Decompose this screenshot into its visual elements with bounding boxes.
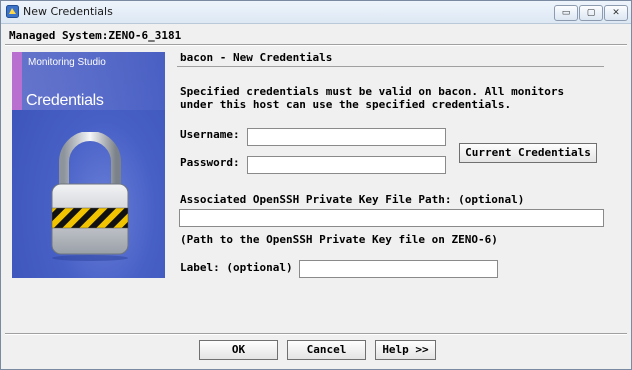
header-divider xyxy=(5,44,627,46)
current-credentials-button[interactable]: Current Credentials xyxy=(459,143,597,163)
footer-divider xyxy=(5,333,627,335)
form-description: Specified credentials must be valid on b… xyxy=(180,85,565,111)
key-path-hint: (Path to the OpenSSH Private Key file on… xyxy=(180,233,498,246)
app-icon xyxy=(6,5,19,18)
managed-system-label: Managed System:ZENO-6_3181 xyxy=(9,29,182,42)
heading-divider xyxy=(177,66,604,67)
banner-title: Credentials xyxy=(26,92,104,109)
help-button[interactable]: Help >> xyxy=(375,340,436,360)
label-label: Label: (optional) xyxy=(180,261,293,274)
password-label: Password: xyxy=(180,156,240,169)
banner-product-name: Monitoring Studio xyxy=(28,57,106,68)
cancel-button[interactable]: Cancel xyxy=(287,340,366,360)
username-field[interactable] xyxy=(247,128,446,146)
credentials-banner: Monitoring Studio Credentials xyxy=(12,52,165,278)
maximize-button[interactable]: ▢ xyxy=(579,5,603,21)
label-field[interactable] xyxy=(299,260,498,278)
close-button[interactable]: ✕ xyxy=(604,5,628,21)
window-title: New Credentials xyxy=(23,5,113,18)
dialog-window: New Credentials ▭ ▢ ✕ Managed System:ZEN… xyxy=(0,0,632,370)
padlock-icon xyxy=(51,132,129,261)
minimize-button[interactable]: ▭ xyxy=(554,5,578,21)
title-bar[interactable]: New Credentials ▭ ▢ ✕ xyxy=(1,1,631,24)
ok-button[interactable]: OK xyxy=(199,340,278,360)
username-label: Username: xyxy=(180,128,240,141)
password-field[interactable] xyxy=(247,156,446,174)
form-heading: bacon - New Credentials xyxy=(180,51,333,64)
key-path-label: Associated OpenSSH Private Key File Path… xyxy=(180,193,525,206)
banner-accent xyxy=(12,52,22,110)
key-path-field[interactable] xyxy=(179,209,604,227)
